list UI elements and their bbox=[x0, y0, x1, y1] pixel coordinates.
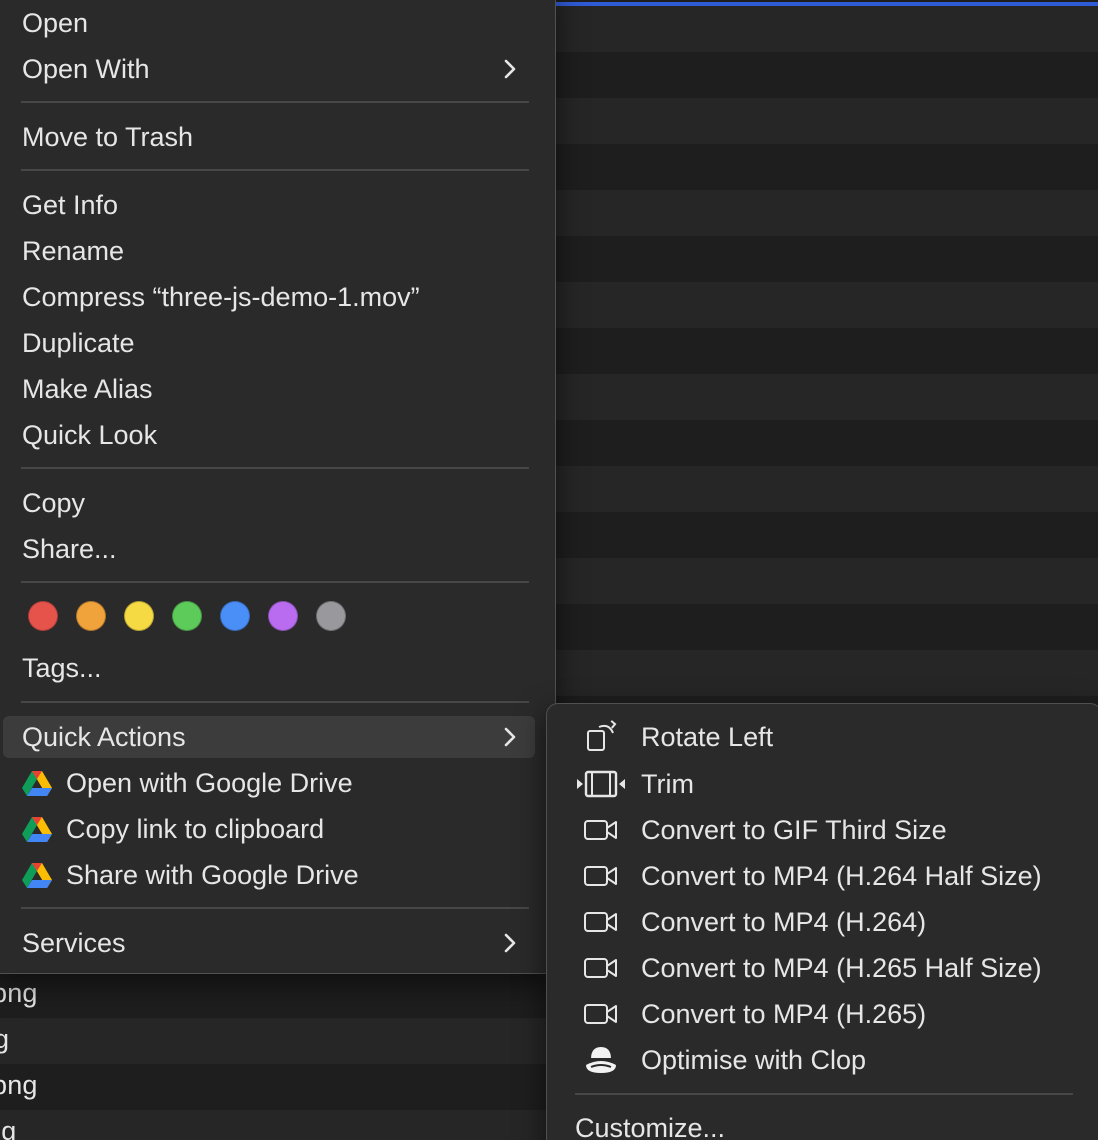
menu-item-label: Quick Actions bbox=[22, 721, 186, 752]
google-drive-icon bbox=[22, 817, 52, 842]
submenu-item-label: Trim bbox=[641, 768, 694, 799]
menu-item-open-with[interactable]: Open With bbox=[3, 48, 535, 90]
tag-orange[interactable] bbox=[76, 601, 106, 631]
menu-item-move-to-trash[interactable]: Move to Trash bbox=[3, 116, 535, 158]
menu-item-label: Services bbox=[22, 927, 126, 958]
submenu-item-trim[interactable]: Trim bbox=[547, 762, 1098, 806]
submenu-item-rotate-left[interactable]: Rotate Left bbox=[547, 715, 1098, 759]
tag-red[interactable] bbox=[28, 601, 58, 631]
menu-item-label: Rename bbox=[22, 235, 125, 266]
menu-item-label: Quick Look bbox=[22, 419, 158, 450]
menu-item-quick-look[interactable]: Quick Look bbox=[3, 414, 535, 456]
file-name[interactable]: png bbox=[0, 1070, 38, 1101]
selection-indicator bbox=[556, 2, 1098, 6]
rotate-left-icon bbox=[573, 717, 629, 757]
quick-actions-submenu: Rotate Left Trim Convert to GIF Third Si… bbox=[546, 703, 1098, 1140]
menu-item-label: Share with Google Drive bbox=[66, 859, 359, 890]
video-camera-icon bbox=[573, 948, 629, 988]
menu-item-label: Get Info bbox=[22, 189, 119, 220]
video-camera-icon bbox=[573, 902, 629, 942]
chevron-right-icon bbox=[504, 59, 516, 79]
menu-item-label: Duplicate bbox=[22, 327, 135, 358]
video-camera-icon bbox=[573, 994, 629, 1034]
video-camera-icon bbox=[573, 856, 629, 896]
submenu-item-convert-mp4-h265-half[interactable]: Convert to MP4 (H.265 Half Size) bbox=[547, 946, 1098, 990]
submenu-item-label: Convert to MP4 (H.264) bbox=[641, 906, 927, 937]
menu-item-open[interactable]: Open bbox=[3, 2, 535, 44]
file-name[interactable]: ng bbox=[0, 1116, 16, 1140]
file-name[interactable]: png bbox=[0, 978, 38, 1009]
menu-item-open-google-drive[interactable]: Open with Google Drive bbox=[3, 762, 535, 804]
google-drive-icon bbox=[22, 771, 52, 796]
tag-color-row bbox=[28, 601, 346, 631]
menu-item-make-alias[interactable]: Make Alias bbox=[3, 368, 535, 410]
menu-item-label: Make Alias bbox=[22, 373, 153, 404]
menu-item-quick-actions[interactable]: Quick Actions bbox=[3, 716, 535, 758]
menu-item-label: Move to Trash bbox=[22, 121, 194, 152]
menu-item-copy-link[interactable]: Copy link to clipboard bbox=[3, 808, 535, 850]
menu-item-label: Open bbox=[22, 7, 89, 38]
menu-separator bbox=[21, 701, 529, 703]
submenu-item-convert-mp4-h264-half[interactable]: Convert to MP4 (H.264 Half Size) bbox=[547, 854, 1098, 898]
submenu-item-label: Convert to MP4 (H.265) bbox=[641, 998, 927, 1029]
menu-separator bbox=[575, 1093, 1073, 1095]
video-camera-icon bbox=[573, 810, 629, 850]
submenu-item-label: Convert to MP4 (H.265 Half Size) bbox=[641, 952, 1042, 983]
submenu-item-label: Customize... bbox=[575, 1112, 726, 1140]
menu-item-copy[interactable]: Copy bbox=[3, 482, 535, 524]
file-name[interactable]: g bbox=[0, 1024, 9, 1055]
submenu-item-label: Rotate Left bbox=[641, 721, 774, 752]
tag-gray[interactable] bbox=[316, 601, 346, 631]
submenu-item-label: Convert to MP4 (H.264 Half Size) bbox=[641, 860, 1042, 891]
google-drive-icon bbox=[22, 863, 52, 888]
tag-blue[interactable] bbox=[220, 601, 250, 631]
submenu-item-convert-mp4-h264[interactable]: Convert to MP4 (H.264) bbox=[547, 900, 1098, 944]
menu-separator bbox=[21, 907, 529, 909]
submenu-item-convert-gif[interactable]: Convert to GIF Third Size bbox=[547, 808, 1098, 852]
chevron-right-icon bbox=[504, 727, 516, 747]
tag-purple[interactable] bbox=[268, 601, 298, 631]
menu-item-label: Compress “three-js-demo-1.mov” bbox=[22, 281, 420, 312]
submenu-item-optimise-clop[interactable]: Optimise with Clop bbox=[547, 1038, 1098, 1082]
submenu-item-convert-mp4-h265[interactable]: Convert to MP4 (H.265) bbox=[547, 992, 1098, 1036]
menu-item-compress[interactable]: Compress “three-js-demo-1.mov” bbox=[3, 276, 535, 318]
menu-item-share[interactable]: Share... bbox=[3, 528, 535, 570]
tag-green[interactable] bbox=[172, 601, 202, 631]
submenu-item-customize[interactable]: Customize... bbox=[547, 1106, 1098, 1140]
menu-separator bbox=[21, 169, 529, 171]
clop-icon bbox=[573, 1040, 629, 1080]
tag-yellow[interactable] bbox=[124, 601, 154, 631]
menu-separator bbox=[21, 101, 529, 103]
menu-separator bbox=[21, 467, 529, 469]
menu-item-label: Open with Google Drive bbox=[66, 767, 353, 798]
menu-item-get-info[interactable]: Get Info bbox=[3, 184, 535, 226]
menu-item-share-google-drive[interactable]: Share with Google Drive bbox=[3, 854, 535, 896]
menu-separator bbox=[21, 581, 529, 583]
trim-icon bbox=[573, 764, 629, 804]
menu-item-label: Tags... bbox=[22, 652, 102, 683]
menu-item-tags[interactable]: Tags... bbox=[3, 647, 535, 689]
menu-item-services[interactable]: Services bbox=[3, 922, 535, 964]
menu-item-label: Share... bbox=[22, 533, 117, 564]
menu-item-label: Open With bbox=[22, 53, 150, 84]
submenu-item-label: Convert to GIF Third Size bbox=[641, 814, 947, 845]
menu-item-label: Copy link to clipboard bbox=[66, 813, 325, 844]
menu-item-rename[interactable]: Rename bbox=[3, 230, 535, 272]
context-menu: Open Open With Move to Trash Get Info Re… bbox=[0, 0, 556, 974]
submenu-item-label: Optimise with Clop bbox=[641, 1044, 867, 1075]
menu-item-label: Copy bbox=[22, 487, 86, 518]
chevron-right-icon bbox=[504, 933, 516, 953]
menu-item-duplicate[interactable]: Duplicate bbox=[3, 322, 535, 364]
